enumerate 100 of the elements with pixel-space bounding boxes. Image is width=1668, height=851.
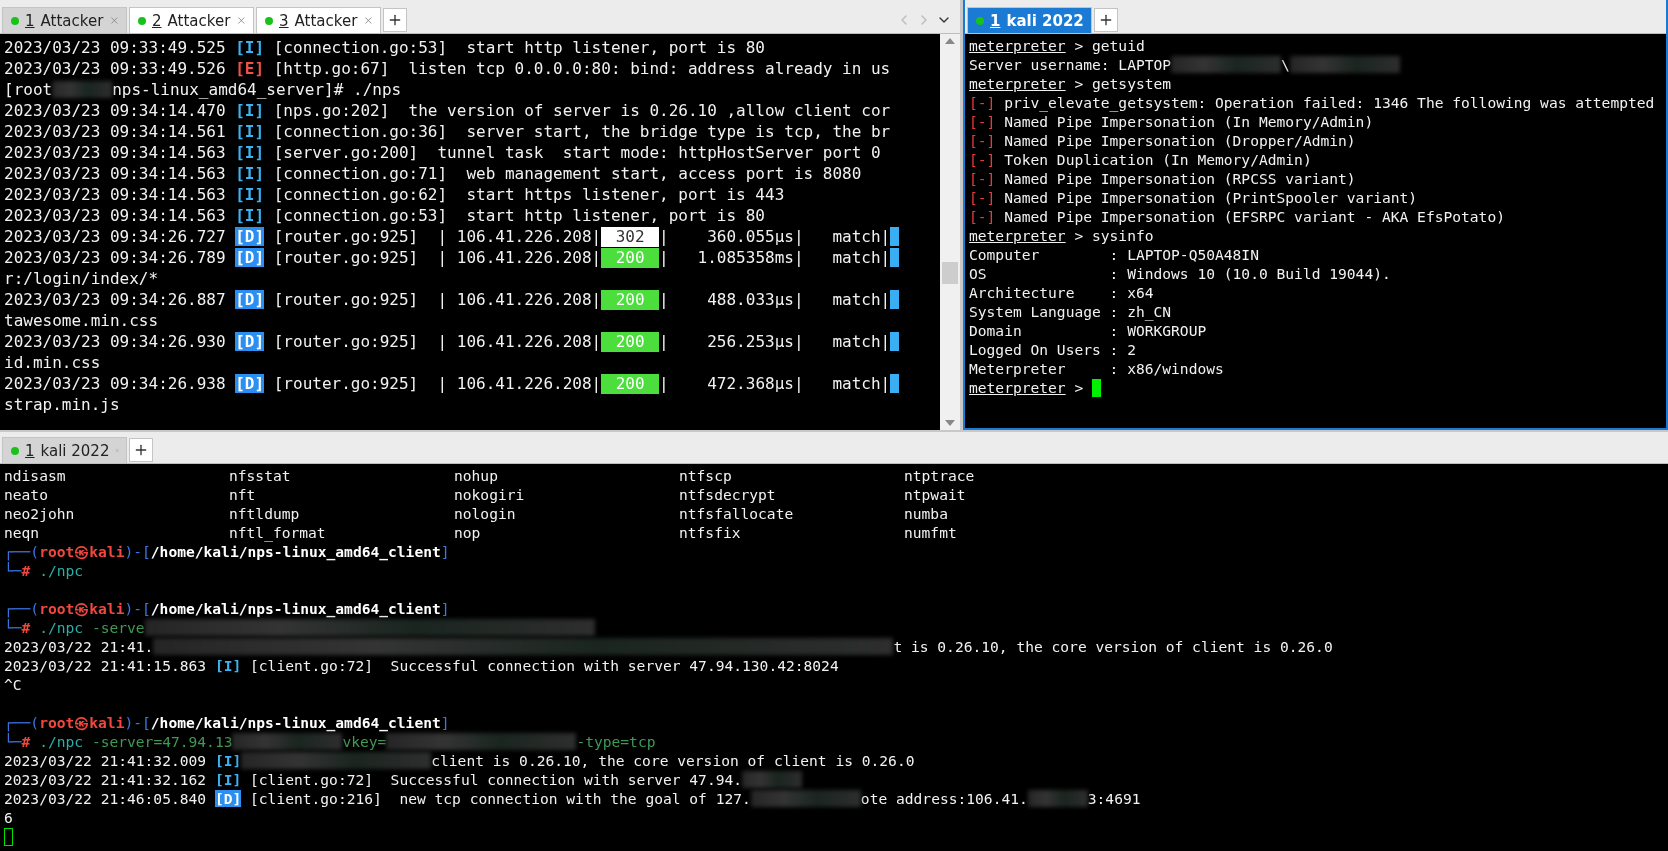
status-code: 200 [601, 289, 660, 310]
terminal-text: [router.go:925] | 106.41.226.208| [272, 247, 602, 268]
terminal-text: ^C [4, 675, 22, 694]
terminal-text: 2023/03/23 09:34:26.789 [4, 247, 227, 268]
terminal-text: 2023/03/23 09:34:26.938 [4, 373, 227, 394]
file-name: nftl_format [229, 523, 327, 542]
redacted-blur [52, 81, 113, 98]
command-text: ./npc [38, 561, 84, 580]
file-name: nologin [454, 504, 517, 523]
terminal-text: Domain : WORKGROUP [969, 321, 1207, 340]
terminal-text: Logged On Users : 2 [969, 340, 1136, 359]
terminal-text: id.min.css [4, 352, 101, 373]
file-name: nokogiri [454, 485, 526, 504]
terminal-text: strap.min.js [4, 394, 120, 415]
terminal-tab[interactable]: 1 Attacker [2, 7, 127, 33]
prompt-border: )-[ [124, 713, 151, 731]
terminal-text: > sysinfo [1073, 226, 1154, 245]
terminal-tab[interactable]: 3 Attacker [256, 7, 381, 33]
terminal-text: 2023/03/23 09:34:26.930 [4, 331, 227, 352]
file-name: ntfsfallocate [679, 504, 795, 523]
terminal-text: [router.go:925] | 106.41.226.208| [272, 373, 602, 394]
status-dot [138, 16, 146, 25]
prompt-border: ] [440, 713, 450, 732]
log-level-tag: [D] [235, 373, 265, 394]
file-name: ntfsdecrypt [679, 485, 777, 504]
terminal-text: [client.go:72] Successful connection with server 47.94.130.42:8024 [249, 656, 839, 675]
status-dot [265, 16, 273, 25]
terminal-text: ote address:106.41. [860, 789, 1028, 808]
new-tab-button[interactable] [383, 8, 407, 32]
command-text: ./npc [38, 732, 84, 751]
terminal-text: 2023/03/23 09:34:26.887 [4, 289, 227, 310]
prompt-user: root㉿kali [39, 599, 125, 618]
terminal-text: [connection.go:71] web management start, access port is 8080 [272, 163, 862, 184]
terminal-tab[interactable]: 1 kali 2022 [967, 7, 1092, 33]
plus-icon [1098, 12, 1114, 28]
terminal-text: [http.go:67] listen tcp 0.0.0.0:80: bind: address already in us [272, 58, 891, 79]
status-code: 200 [601, 247, 660, 268]
prompt-border: )-[ [124, 542, 151, 560]
terminal-text: 2023/03/23 09:34:26.727 [4, 226, 227, 247]
terminal-text: 2023/03/23 09:34:14.563 [4, 205, 227, 226]
prompt-border: └─ [4, 618, 22, 637]
terminal-text: [connection.go:62] start https listener, port is 443 [272, 184, 785, 205]
terminal-text: [client.go:216] new tcp connection with the goal of 127. [249, 789, 751, 808]
prompt-border: ┌──( [4, 713, 40, 732]
new-tab-button[interactable] [1094, 8, 1118, 32]
terminal-text: [router.go:925] | 106.41.226.208| [272, 331, 602, 352]
color-block [890, 227, 900, 246]
prompt-border: └─ [4, 732, 22, 751]
error-marker: [-] [969, 131, 996, 150]
prompt-path: /home/kali/nps-linux_amd64_client [150, 599, 441, 618]
terminal-text: [router.go:925] | 106.41.226.208| [272, 289, 602, 310]
terminal-text: | 360.055µs| match| [659, 226, 891, 247]
status-dot [976, 16, 984, 25]
command-argument: -server=47.94.13 [90, 732, 233, 751]
terminal-text: Named Pipe Impersonation (In Memory/Admin) [1003, 112, 1374, 131]
file-name: nohup [454, 466, 499, 485]
color-block [890, 374, 900, 393]
log-level-tag: [E] [235, 58, 265, 79]
status-code: 200 [601, 373, 660, 394]
redacted-blur [1027, 790, 1088, 807]
terminal-text: Token Duplication (In Memory/Admin) [1003, 150, 1312, 169]
terminal-text: [server.go:200] tunnel task start mode: httpHostServer port 0 [272, 142, 881, 163]
color-block [890, 248, 900, 267]
color-block [890, 290, 900, 309]
file-name: nop [454, 523, 482, 542]
prompt-label: meterpreter [969, 226, 1066, 245]
file-name: ntpwait [904, 485, 967, 504]
close-icon[interactable] [109, 14, 120, 27]
file-name: numfmt [904, 523, 958, 542]
terminal-text: 2023/03/22 21:41. [4, 637, 154, 656]
error-marker: [-] [969, 207, 996, 226]
terminal-text: [root [4, 79, 53, 100]
terminal-text: Named Pipe Impersonation (PrintSpooler variant) [1003, 188, 1418, 207]
prompt-border: ] [440, 599, 450, 618]
plus-icon [133, 442, 149, 458]
terminal-text: | 256.253µs| match| [659, 331, 891, 352]
scrollbar[interactable] [940, 34, 960, 430]
terminal-text: System Language : zh_CN [969, 302, 1172, 321]
close-icon[interactable] [363, 14, 374, 27]
prompt-user: root㉿kali [39, 713, 125, 732]
new-tab-button[interactable] [129, 438, 153, 462]
log-level-tag: [I] [235, 142, 265, 163]
file-name: nft [229, 485, 257, 504]
terminal-text: [client.go:72] Successful connection with server 47.94. [249, 770, 743, 789]
file-name: nfsstat [229, 466, 292, 485]
close-icon[interactable] [236, 14, 247, 27]
log-level-tag: [I] [235, 100, 265, 121]
terminal-text: 2023/03/23 09:34:14.561 [4, 121, 227, 142]
prompt-symbol: # [21, 561, 31, 580]
terminal-text: 2023/03/23 09:34:14.563 [4, 142, 227, 163]
terminal-text: 2023/03/22 21:46:05.840 [4, 789, 208, 808]
terminal-tab[interactable]: 2 Attacker [129, 7, 254, 33]
terminal-text: 6 [4, 808, 13, 827]
terminal-text: > getsystem [1073, 74, 1172, 93]
terminal-tab[interactable]: 1 kali 2022 [2, 437, 127, 463]
terminal-text: | 472.368µs| match| [659, 373, 891, 394]
error-marker: [-] [969, 188, 996, 207]
terminal-text: 2023/03/23 09:33:49.525 [4, 37, 227, 58]
prompt-symbol: # [21, 618, 31, 637]
terminal-text: 2023/03/23 09:34:14.470 [4, 100, 227, 121]
